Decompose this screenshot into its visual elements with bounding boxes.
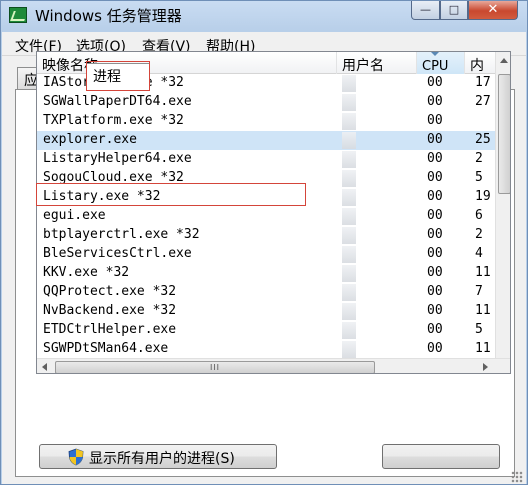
process-name: SGWPDtSMan64.exe <box>43 341 169 356</box>
process-name: NvBackend.exe *32 <box>43 303 177 318</box>
process-name: QQProtect.exe *32 <box>43 284 177 299</box>
task-manager-window: Windows 任务管理器 — □ ✕ 文件(F) 选项(O) 查看(V) 帮助… <box>0 0 528 485</box>
process-cpu: 00 <box>427 208 443 223</box>
column-cpu[interactable]: CPU <box>417 52 465 74</box>
process-row[interactable]: ETDCtrlHelper.exe 00 5 <box>37 321 495 340</box>
process-user-blurred <box>342 246 356 263</box>
horizontal-scrollbar[interactable]: III <box>37 358 510 373</box>
process-row[interactable]: SGWallPaperDT64.exe 00 27 <box>37 93 495 112</box>
uac-shield-icon <box>68 448 84 466</box>
process-user-blurred <box>342 227 356 244</box>
process-cpu: 00 <box>427 303 443 318</box>
process-cpu: 00 <box>427 75 443 90</box>
process-name: KKV.exe *32 <box>43 265 130 280</box>
process-row[interactable]: SGWPDtSMan64.exe 00 11 <box>37 340 495 359</box>
process-user-blurred <box>342 75 356 92</box>
process-name: SGWallPaperDT64.exe <box>43 94 192 109</box>
show-all-users-processes-button[interactable]: 显示所有用户的进程(S) <box>39 444 277 469</box>
process-name: explorer.exe <box>43 132 137 147</box>
process-name: ETDCtrlHelper.exe <box>43 322 177 337</box>
resize-grip[interactable] <box>511 471 523 483</box>
process-user-blurred <box>342 322 356 339</box>
process-cpu: 00 <box>427 284 443 299</box>
column-user-name[interactable]: 用户名 <box>337 52 417 74</box>
process-row[interactable]: KKV.exe *32 00 11 <box>37 264 495 283</box>
process-user-blurred <box>342 303 356 320</box>
process-cpu: 00 <box>427 341 443 356</box>
process-name: TXPlatform.exe *32 <box>43 113 184 128</box>
process-row[interactable]: TXPlatform.exe *32 00 <box>37 112 495 131</box>
process-cpu: 00 <box>427 113 443 128</box>
process-row[interactable]: NvBackend.exe *32 00 11 <box>37 302 495 321</box>
process-row[interactable]: btplayerctrl.exe *32 00 2 <box>37 226 495 245</box>
process-cpu: 00 <box>427 322 443 337</box>
process-user-blurred <box>342 265 356 282</box>
column-memory[interactable]: 内 <box>465 52 495 74</box>
process-row[interactable]: BleServicesCtrl.exe 00 4 <box>37 245 495 264</box>
process-user-blurred <box>342 189 356 206</box>
scroll-left-arrow-icon[interactable] <box>42 363 47 371</box>
window-title: Windows 任务管理器 <box>35 7 182 25</box>
process-name: BleServicesCtrl.exe <box>43 246 192 261</box>
end-process-button[interactable] <box>382 444 500 469</box>
column-image-name[interactable]: 映像名称 <box>37 52 337 74</box>
processes-tab-highlight-box <box>86 61 150 91</box>
process-cpu: 00 <box>427 94 443 109</box>
process-name: btplayerctrl.exe *32 <box>43 227 200 242</box>
process-row[interactable]: egui.exe 00 6 <box>37 207 495 226</box>
minimize-button[interactable]: — <box>411 1 440 20</box>
task-manager-app-icon <box>9 7 27 23</box>
process-cpu: 00 <box>427 170 443 185</box>
process-cpu: 00 <box>427 265 443 280</box>
process-user-blurred <box>342 151 356 168</box>
process-row[interactable]: QQProtect.exe *32 00 7 <box>37 283 495 302</box>
process-user-blurred <box>342 170 356 187</box>
process-user-blurred <box>342 113 356 130</box>
maximize-button[interactable]: □ <box>440 1 468 20</box>
process-user-blurred <box>342 284 356 301</box>
process-user-blurred <box>342 132 356 149</box>
process-cpu: 00 <box>427 246 443 261</box>
process-rows: IAStorIcon.exe *320017SGWallPaperDT64.ex… <box>37 74 495 359</box>
process-name: ListaryHelper64.exe <box>43 151 192 166</box>
column-cpu-label: CPU <box>422 59 449 74</box>
process-user-blurred <box>342 208 356 225</box>
scroll-right-arrow-icon[interactable] <box>483 363 488 371</box>
process-row[interactable]: explorer.exe 00 25 <box>37 131 495 150</box>
process-cpu: 00 <box>427 227 443 242</box>
process-cpu: 00 <box>427 151 443 166</box>
sort-arrow-icon <box>431 52 439 56</box>
show-all-users-processes-label: 显示所有用户的进程(S) <box>89 451 235 467</box>
process-name: egui.exe <box>43 208 106 223</box>
close-button[interactable]: ✕ <box>468 1 518 20</box>
process-cpu: 00 <box>427 189 443 204</box>
horizontal-scroll-thumb[interactable]: III <box>55 361 375 373</box>
vertical-scrollbar[interactable] <box>495 52 510 358</box>
process-list[interactable]: 映像名称 用户名 CPU 内 IAStorIcon.exe *320017SGW… <box>36 51 511 374</box>
process-user-blurred <box>342 94 356 111</box>
process-cpu: 00 <box>427 132 443 147</box>
process-user-blurred <box>342 341 356 358</box>
explorer-highlight-box <box>36 183 306 206</box>
vertical-scroll-thumb[interactable] <box>498 74 510 194</box>
scroll-up-arrow-icon[interactable] <box>500 58 508 63</box>
title-bar[interactable]: Windows 任务管理器 — □ ✕ <box>1 1 527 31</box>
process-row[interactable]: ListaryHelper64.exe 00 2 <box>37 150 495 169</box>
